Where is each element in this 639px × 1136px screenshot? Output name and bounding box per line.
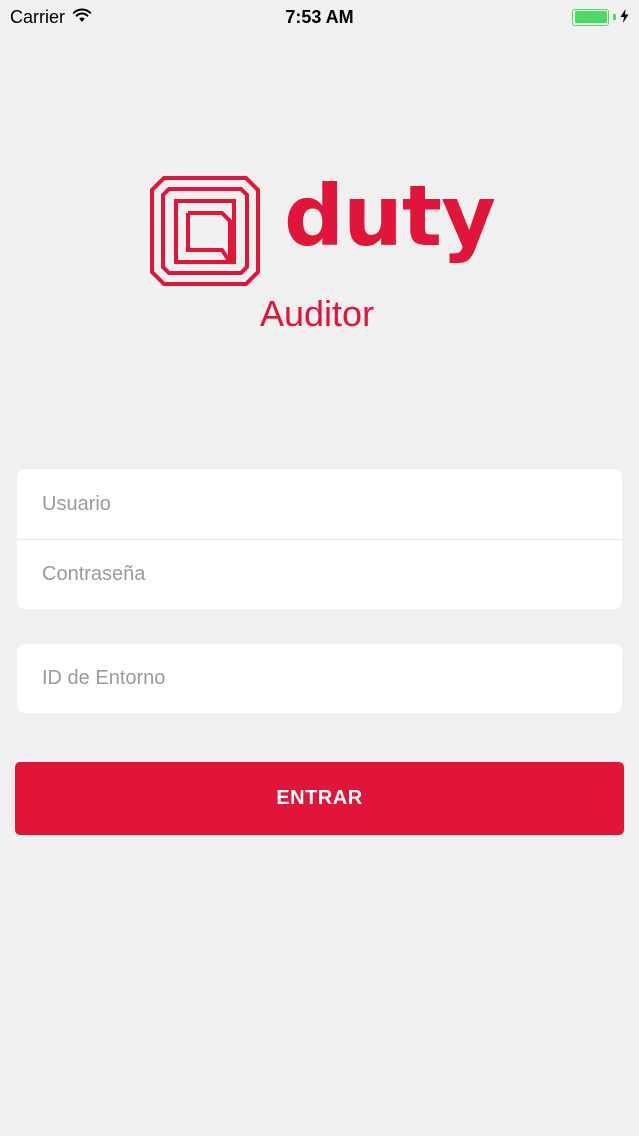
enter-button[interactable]: ENTRAR [15, 762, 624, 835]
carrier-label: Carrier [10, 6, 66, 27]
battery-cap [613, 14, 616, 20]
app-logo: duty Auditor [150, 174, 496, 336]
logo-subtitle: Auditor [260, 293, 375, 334]
battery-fill [574, 11, 607, 23]
bolt-icon [620, 7, 629, 28]
environment-group [17, 644, 622, 713]
status-time: 7:53 AM [285, 6, 354, 27]
wifi-icon [72, 7, 92, 28]
environment-id-input[interactable] [42, 667, 622, 690]
password-field-row [17, 539, 622, 609]
username-field-row [17, 469, 622, 539]
status-left: Carrier [10, 7, 92, 28]
battery-icon [572, 8, 609, 26]
environment-field-row [17, 644, 622, 713]
username-input[interactable] [42, 492, 622, 516]
logo-wordmark: duty [284, 167, 496, 265]
password-input[interactable] [42, 563, 622, 586]
credentials-group [17, 469, 622, 609]
duty-logo-icon [150, 176, 260, 286]
status-right [572, 7, 629, 28]
status-bar: Carrier 7:53 AM [0, 0, 639, 34]
